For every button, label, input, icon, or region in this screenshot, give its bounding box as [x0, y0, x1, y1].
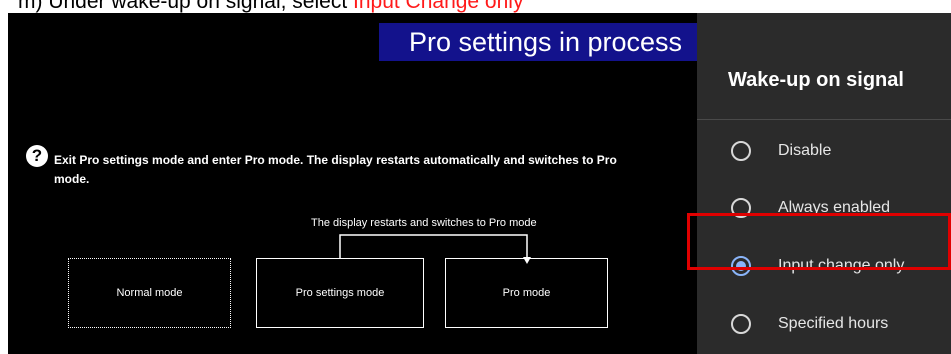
- question-icon: ?: [26, 145, 48, 167]
- tv-screen: Pro settings in process ? Exit Pro setti…: [8, 13, 951, 354]
- panel-divider: [697, 119, 951, 120]
- radio-button-selected-icon[interactable]: [731, 256, 751, 276]
- mode-box-pro: Pro mode: [445, 258, 608, 328]
- option-always-enabled[interactable]: Always enabled: [697, 183, 951, 233]
- flow-caption: The display restarts and switches to Pro…: [311, 217, 537, 229]
- option-label-specified-hours: Specified hours: [778, 315, 889, 332]
- instruction-highlight: Input Change only: [353, 0, 524, 13]
- option-label-disable: Disable: [778, 142, 832, 159]
- radio-button-icon[interactable]: [731, 198, 751, 218]
- radio-button-icon[interactable]: [731, 141, 751, 161]
- settings-panel: Wake-up on signal Disable Always enabled…: [697, 13, 951, 354]
- help-text: Exit Pro settings mode and enter Pro mod…: [54, 153, 617, 186]
- mode-box-normal: Normal mode: [68, 258, 231, 328]
- mode-label-normal: Normal mode: [116, 287, 183, 299]
- mode-label-pro: Pro mode: [502, 287, 551, 299]
- option-input-change-only[interactable]: Input change only: [697, 241, 951, 291]
- radio-button-icon[interactable]: [731, 314, 751, 334]
- option-disable[interactable]: Disable: [697, 126, 951, 176]
- mode-box-pro-settings: Pro settings mode: [256, 258, 424, 328]
- panel-title: Wake-up on signal: [728, 69, 904, 91]
- mode-label-pro-settings: Pro settings mode: [295, 287, 385, 299]
- instruction-text: m) Under wake-up on signal, select Input…: [18, 0, 523, 13]
- option-label-always-enabled: Always enabled: [778, 199, 891, 216]
- option-label-input-change-only: Input change only: [778, 257, 905, 274]
- status-banner: Pro settings in process: [379, 23, 712, 61]
- option-specified-hours[interactable]: Specified hours: [697, 299, 951, 349]
- instruction-prefix: m) Under wake-up on signal, select: [18, 0, 353, 13]
